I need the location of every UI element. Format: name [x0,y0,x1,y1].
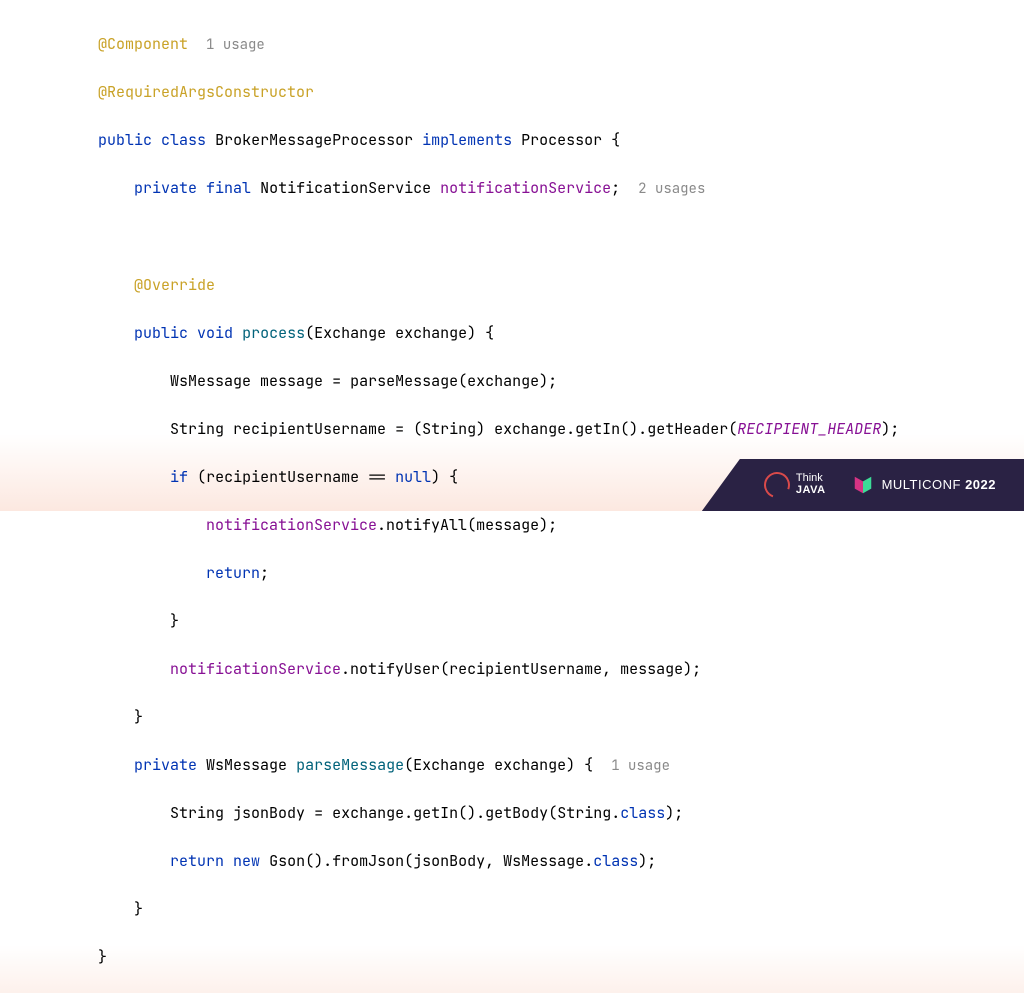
keyword: if [170,467,188,487]
constant: RECIPIENT_HEADER [737,419,881,439]
class-name: BrokerMessageProcessor [215,130,413,150]
inlay-hint: 1 usage [611,757,670,775]
keyword: public [98,130,152,150]
keyword: public [134,323,188,343]
method-name: parseMessage [296,755,404,775]
inlay-hint: 1 usage [206,36,265,54]
keyword: private [134,178,197,198]
field-ref: notificationService [170,659,341,679]
keyword: return [206,563,260,583]
method-call: parseMessage [350,371,458,391]
keyword: void [197,323,233,343]
thinkjava-icon [760,468,795,503]
thinkjava-logo: Think JAVA [764,472,826,498]
type: WsMessage [170,371,251,391]
method-name: process [242,323,305,343]
return-type: WsMessage [206,755,287,775]
annotation-component: @Component [98,34,188,54]
keyword: class [161,130,206,150]
multiconf-icon [852,474,874,496]
multiconf-logo: MULTICONF 2022 [852,474,996,496]
var: message [260,371,323,391]
field: notificationService [440,178,611,198]
footer-banner: Think JAVA MULTICONF 2022 [702,459,1024,511]
field-ref: notificationService [206,515,377,535]
multiconf-name: MULTICONF [882,477,961,492]
banner-background: Think JAVA MULTICONF 2022 [702,459,1024,511]
var: recipientUsername [233,419,386,439]
keyword: return [170,851,224,871]
multiconf-year: 2022 [965,477,996,492]
param-type: Exchange [314,323,386,343]
thinkjava-line2: JAVA [796,485,826,497]
interface-name: Processor [521,130,602,150]
type: String [170,419,224,439]
inlay-hint: 2 usages [638,180,705,198]
param-name: exchange [395,323,467,343]
var: jsonBody [233,803,305,823]
type: NotificationService [260,178,431,198]
keyword: implements [422,130,512,150]
annotation-required-args: @RequiredArgsConstructor [98,82,314,102]
keyword: private [134,755,197,775]
annotation-override: @Override [134,275,215,295]
keyword: final [206,178,251,198]
